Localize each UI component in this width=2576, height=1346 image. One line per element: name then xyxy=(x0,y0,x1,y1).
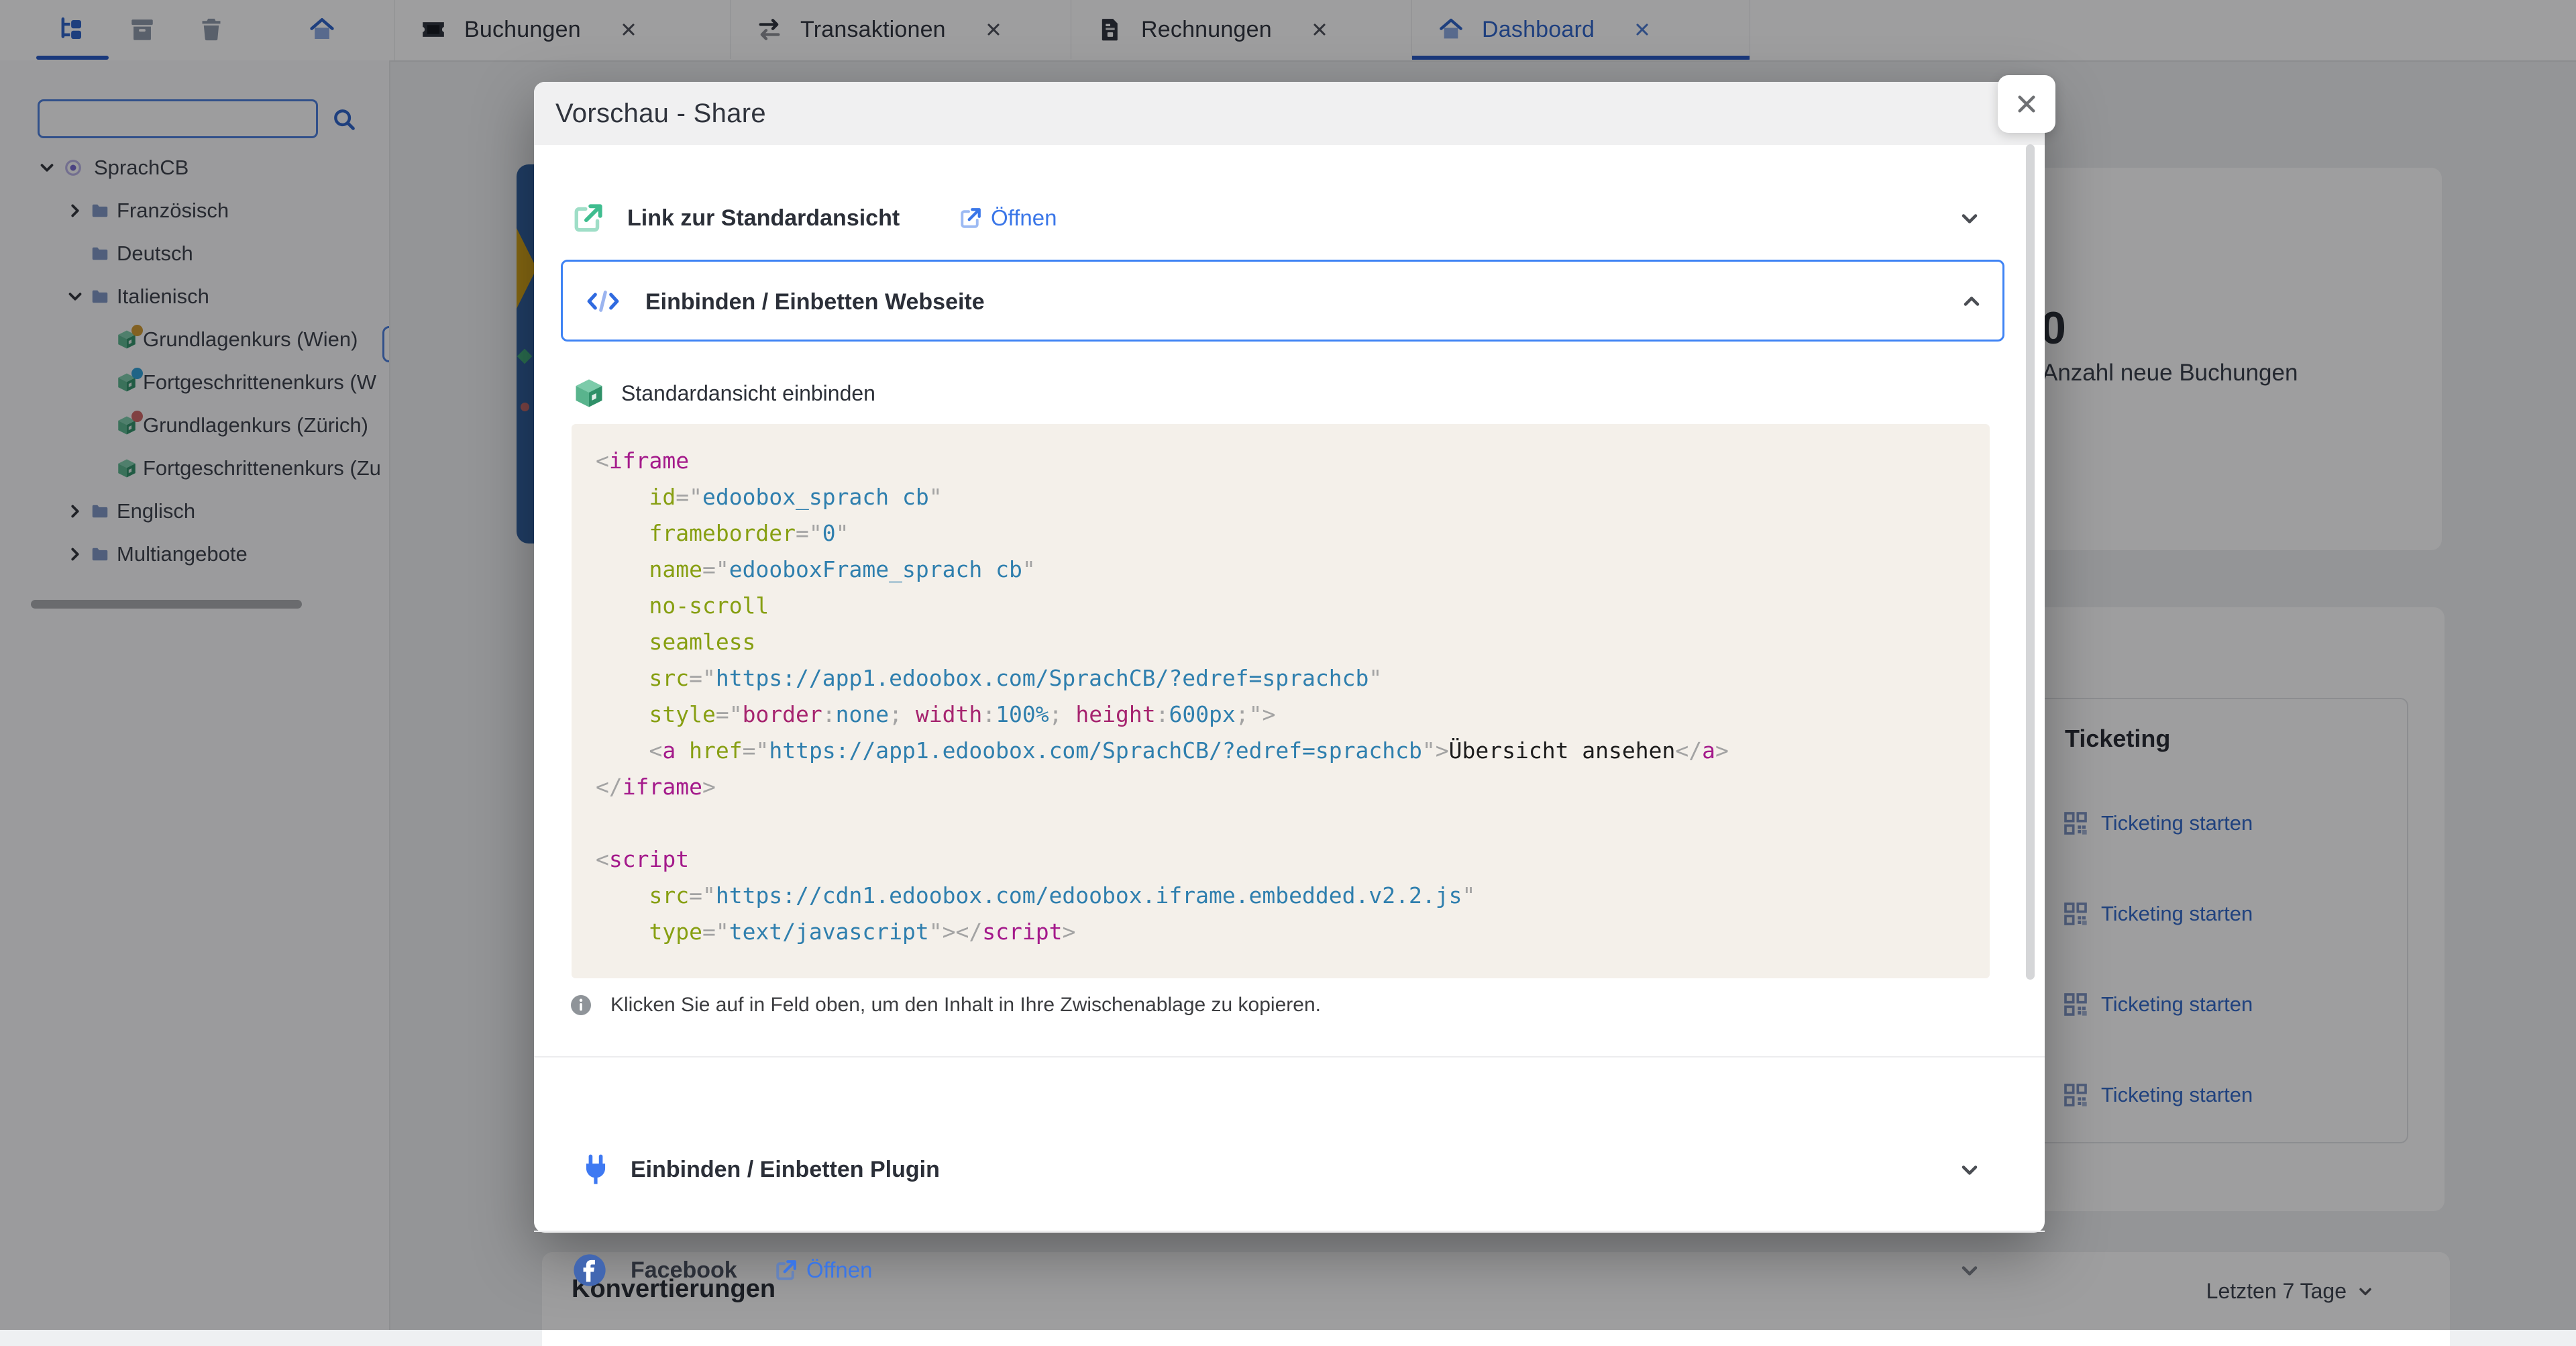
section-embed-website[interactable]: Einbinden / Einbetten Webseite xyxy=(561,260,2004,342)
divider xyxy=(534,1231,2045,1232)
open-link-label: Öffnen xyxy=(806,1257,872,1283)
facebook-icon xyxy=(572,1252,608,1288)
section-label: Einbinden / Einbetten Webseite xyxy=(645,289,985,315)
chevron-down-icon[interactable] xyxy=(1957,207,1982,231)
section-label: Link zur Standardansicht xyxy=(627,205,900,231)
chevron-down-icon[interactable] xyxy=(1957,1158,1982,1182)
plug-icon xyxy=(578,1153,613,1188)
embed-code: <iframe id="edoobox_sprach cb" framebord… xyxy=(596,443,1729,950)
embed-subtitle-row: Standardansicht einbinden xyxy=(572,376,875,411)
section-facebook[interactable]: Facebook Öffnen xyxy=(534,1233,2045,1308)
external-link-icon xyxy=(774,1258,798,1282)
close-icon xyxy=(2014,91,2039,117)
copy-hint-row: Klicken Sie auf in Feld oben, um den Inh… xyxy=(569,989,1321,1021)
modal-header: Vorschau - Share xyxy=(534,82,2045,145)
copy-hint-text: Klicken Sie auf in Feld oben, um den Inh… xyxy=(610,994,1321,1017)
section-link-standard-view[interactable]: Link zur Standardansicht Öffnen xyxy=(534,181,2045,256)
close-button[interactable] xyxy=(1998,75,2055,133)
section-label: Facebook xyxy=(631,1257,737,1284)
section-embed-plugin[interactable]: Einbinden / Einbetten Plugin xyxy=(534,1153,2045,1228)
open-link[interactable]: Öffnen xyxy=(774,1257,872,1283)
chevron-up-icon[interactable] xyxy=(1960,289,1984,313)
external-link-icon xyxy=(959,206,983,230)
code-icon xyxy=(586,288,621,315)
share-modal: Vorschau - Share Link zur Standardansich… xyxy=(534,82,2045,1233)
app: 0 Anzahl neue Buchungen Ticketing Ticket… xyxy=(0,0,2576,1330)
modal-scrollbar[interactable] xyxy=(2026,144,2035,980)
section-label: Einbinden / Einbetten Plugin xyxy=(631,1157,940,1183)
chevron-down-icon[interactable] xyxy=(1957,1259,1982,1283)
modal-title: Vorschau - Share xyxy=(555,99,766,129)
embed-code-field[interactable]: <iframe id="edoobox_sprach cb" framebord… xyxy=(572,424,1990,978)
open-link-label: Öffnen xyxy=(991,205,1057,231)
divider xyxy=(534,1056,2045,1057)
external-link-icon xyxy=(572,201,605,235)
info-icon xyxy=(569,993,593,1017)
embed-subtitle: Standardansicht einbinden xyxy=(621,381,875,406)
cube-icon xyxy=(572,376,606,411)
open-link[interactable]: Öffnen xyxy=(959,205,1057,231)
